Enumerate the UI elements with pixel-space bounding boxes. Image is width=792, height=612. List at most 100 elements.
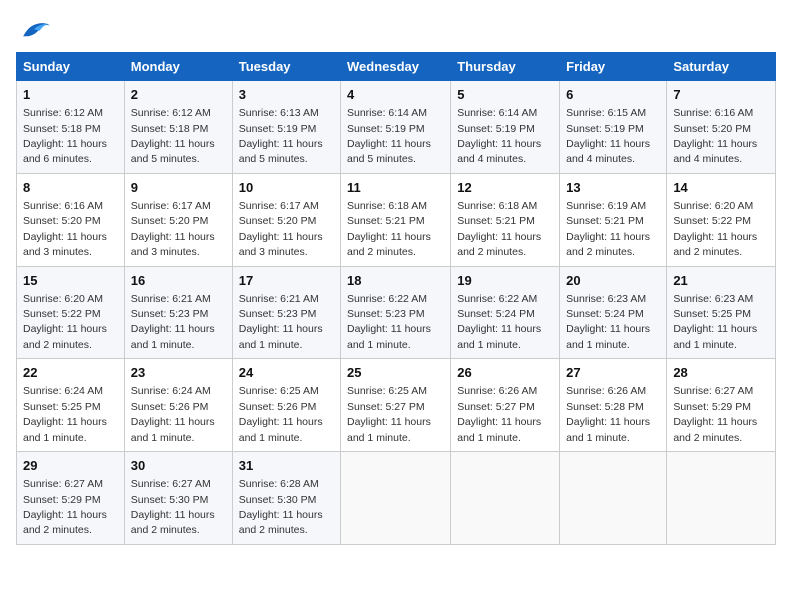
day-number: 13	[566, 179, 660, 197]
day-number: 20	[566, 272, 660, 290]
calendar-day-cell: 23Sunrise: 6:24 AMSunset: 5:26 PMDayligh…	[124, 359, 232, 452]
sunset-text: Sunset: 5:20 PM	[131, 215, 209, 227]
day-number: 6	[566, 86, 660, 104]
calendar-day-cell: 13 Sunrise: 6:19 AM Sunset: 5:21 PM Dayligh…	[560, 173, 667, 266]
daylight-text: Daylight: 11 hours and 3 minutes.	[23, 231, 107, 258]
daylight-text: Daylight: 11 hours and 1 minute.	[566, 416, 650, 443]
sunset-text: Sunset: 5:30 PM	[131, 494, 209, 506]
sunrise-text: Sunrise: 6:22 AM	[347, 293, 427, 305]
calendar-day-cell: 16Sunrise: 6:21 AMSunset: 5:23 PMDayligh…	[124, 266, 232, 359]
day-number: 7	[673, 86, 769, 104]
sunset-text: Sunset: 5:19 PM	[457, 123, 535, 135]
calendar-week-row: 15Sunrise: 6:20 AMSunset: 5:22 PMDayligh…	[17, 266, 776, 359]
sunset-text: Sunset: 5:27 PM	[457, 401, 535, 413]
daylight-text: Daylight: 11 hours and 2 minutes.	[673, 416, 757, 443]
day-number: 3	[239, 86, 334, 104]
day-number: 30	[131, 457, 226, 475]
sunrise-text: Sunrise: 6:26 AM	[457, 385, 537, 397]
sunset-text: Sunset: 5:22 PM	[673, 215, 751, 227]
day-number: 17	[239, 272, 334, 290]
logo-bird-icon	[16, 16, 52, 44]
daylight-text: Daylight: 11 hours and 2 minutes.	[673, 231, 757, 258]
sunrise-text: Sunrise: 6:14 AM	[457, 107, 537, 119]
daylight-text: Daylight: 11 hours and 2 minutes.	[23, 323, 107, 350]
day-number: 23	[131, 364, 226, 382]
calendar-day-cell: 4Sunrise: 6:14 AMSunset: 5:19 PMDaylight…	[341, 81, 451, 174]
sunrise-text: Sunrise: 6:21 AM	[239, 293, 319, 305]
day-number: 1	[23, 86, 118, 104]
sunset-text: Sunset: 5:25 PM	[23, 401, 101, 413]
calendar-day-cell: 18Sunrise: 6:22 AMSunset: 5:23 PMDayligh…	[341, 266, 451, 359]
daylight-text: Daylight: 11 hours and 5 minutes.	[347, 138, 431, 165]
daylight-text: Daylight: 11 hours and 1 minute.	[457, 416, 541, 443]
daylight-text: Daylight: 11 hours and 2 minutes.	[131, 509, 215, 536]
daylight-text: Daylight: 11 hours and 3 minutes.	[131, 231, 215, 258]
calendar-day-cell: 30 Sunrise: 6:27 AM Sunset: 5:30 PM Dayligh…	[124, 452, 232, 545]
calendar-day-cell: 25Sunrise: 6:25 AMSunset: 5:27 PMDayligh…	[341, 359, 451, 452]
weekday-header-tuesday: Tuesday	[232, 53, 340, 81]
sunset-text: Sunset: 5:21 PM	[566, 215, 644, 227]
daylight-text: Daylight: 11 hours and 1 minute.	[23, 416, 107, 443]
weekday-header-friday: Friday	[560, 53, 667, 81]
daylight-text: Daylight: 11 hours and 2 minutes.	[566, 231, 650, 258]
calendar-day-cell: 2Sunrise: 6:12 AMSunset: 5:18 PMDaylight…	[124, 81, 232, 174]
weekday-header-saturday: Saturday	[667, 53, 776, 81]
calendar-body: 1Sunrise: 6:12 AMSunset: 5:18 PMDaylight…	[17, 81, 776, 545]
daylight-text: Daylight: 11 hours and 3 minutes.	[239, 231, 323, 258]
calendar-day-cell	[341, 452, 451, 545]
daylight-text: Daylight: 11 hours and 1 minute.	[239, 323, 323, 350]
calendar-day-cell: 27Sunrise: 6:26 AMSunset: 5:28 PMDayligh…	[560, 359, 667, 452]
sunset-text: Sunset: 5:22 PM	[23, 308, 101, 320]
calendar-day-cell: 11Sunrise: 6:18 AMSunset: 5:21 PMDayligh…	[341, 173, 451, 266]
sunrise-text: Sunrise: 6:16 AM	[673, 107, 753, 119]
day-number: 4	[347, 86, 444, 104]
page-header	[16, 16, 776, 44]
sunset-text: Sunset: 5:26 PM	[239, 401, 317, 413]
day-number: 2	[131, 86, 226, 104]
sunrise-text: Sunrise: 6:19 AM	[566, 200, 646, 212]
weekday-header-sunday: Sunday	[17, 53, 125, 81]
sunrise-text: Sunrise: 6:25 AM	[239, 385, 319, 397]
weekday-header-wednesday: Wednesday	[341, 53, 451, 81]
logo	[16, 16, 52, 44]
calendar-day-cell: 12Sunrise: 6:18 AMSunset: 5:21 PMDayligh…	[451, 173, 560, 266]
daylight-text: Daylight: 11 hours and 1 minute.	[347, 323, 431, 350]
day-number: 19	[457, 272, 553, 290]
day-number: 29	[23, 457, 118, 475]
calendar-day-cell: 21Sunrise: 6:23 AMSunset: 5:25 PMDayligh…	[667, 266, 776, 359]
day-number: 27	[566, 364, 660, 382]
sunrise-text: Sunrise: 6:14 AM	[347, 107, 427, 119]
calendar-day-cell	[667, 452, 776, 545]
calendar-day-cell: 17Sunrise: 6:21 AMSunset: 5:23 PMDayligh…	[232, 266, 340, 359]
sunset-text: Sunset: 5:20 PM	[23, 215, 101, 227]
sunrise-text: Sunrise: 6:27 AM	[23, 478, 103, 490]
day-number: 8	[23, 179, 118, 197]
sunset-text: Sunset: 5:19 PM	[566, 123, 644, 135]
daylight-text: Daylight: 11 hours and 4 minutes.	[457, 138, 541, 165]
sunrise-text: Sunrise: 6:26 AM	[566, 385, 646, 397]
sunset-text: Sunset: 5:20 PM	[673, 123, 751, 135]
sunset-text: Sunset: 5:18 PM	[23, 123, 101, 135]
calendar-day-cell: 31Sunrise: 6:28 AMSunset: 5:30 PMDayligh…	[232, 452, 340, 545]
sunset-text: Sunset: 5:18 PM	[131, 123, 209, 135]
sunset-text: Sunset: 5:24 PM	[457, 308, 535, 320]
sunrise-text: Sunrise: 6:18 AM	[347, 200, 427, 212]
day-number: 18	[347, 272, 444, 290]
calendar-day-cell: 5Sunrise: 6:14 AMSunset: 5:19 PMDaylight…	[451, 81, 560, 174]
sunrise-text: Sunrise: 6:18 AM	[457, 200, 537, 212]
calendar-day-cell: 28Sunrise: 6:27 AMSunset: 5:29 PMDayligh…	[667, 359, 776, 452]
weekday-header-monday: Monday	[124, 53, 232, 81]
daylight-text: Daylight: 11 hours and 2 minutes.	[347, 231, 431, 258]
sunrise-text: Sunrise: 6:27 AM	[131, 478, 211, 490]
day-number: 21	[673, 272, 769, 290]
sunrise-text: Sunrise: 6:23 AM	[673, 293, 753, 305]
day-number: 28	[673, 364, 769, 382]
sunrise-text: Sunrise: 6:21 AM	[131, 293, 211, 305]
calendar-day-cell: 15Sunrise: 6:20 AMSunset: 5:22 PMDayligh…	[17, 266, 125, 359]
sunset-text: Sunset: 5:30 PM	[239, 494, 317, 506]
calendar-table: SundayMondayTuesdayWednesdayThursdayFrid…	[16, 52, 776, 545]
sunrise-text: Sunrise: 6:24 AM	[131, 385, 211, 397]
sunset-text: Sunset: 5:24 PM	[566, 308, 644, 320]
calendar-day-cell	[560, 452, 667, 545]
daylight-text: Daylight: 11 hours and 5 minutes.	[239, 138, 323, 165]
